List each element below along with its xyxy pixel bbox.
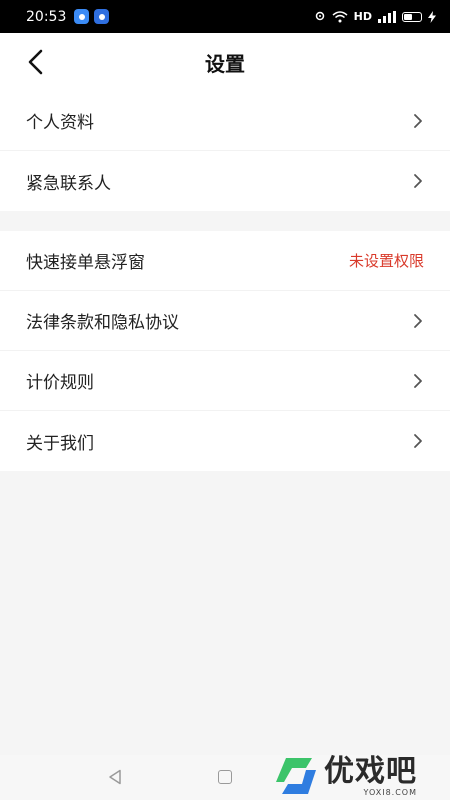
- watermark-domain: YOXI8.COM: [363, 787, 417, 797]
- app-notification-icon-2: [94, 9, 110, 24]
- chevron-right-icon: [414, 434, 422, 448]
- charging-icon: [428, 10, 436, 23]
- chevron-right-icon: [414, 174, 422, 188]
- chevron-left-icon: [28, 49, 43, 75]
- hd-indicator: HD: [353, 10, 372, 23]
- settings-item-emergency-contact[interactable]: 紧急联系人: [0, 151, 450, 211]
- settings-item-label: 紧急联系人: [26, 173, 111, 194]
- chevron-right-icon: [414, 373, 422, 388]
- settings-item-label: 法律条款和隐私协议: [26, 313, 179, 333]
- chevron-right-icon: [414, 113, 422, 128]
- status-indicators: HD: [314, 10, 436, 23]
- settings-item-profile[interactable]: 个人资料: [0, 91, 450, 151]
- page-title: 设置: [205, 51, 245, 76]
- settings-item-label: 快速接单悬浮窗: [26, 253, 145, 273]
- watermark-logo-icon: [276, 758, 316, 794]
- wifi-icon: [332, 10, 348, 22]
- settings-group-account: 个人资料 紧急联系人: [0, 91, 450, 211]
- app-notification-icon: [74, 9, 90, 24]
- permission-status: 未设置权限: [348, 252, 424, 270]
- settings-group-general: 快速接单悬浮窗 未设置权限 法律条款和隐私协议 计价规则 关于我们: [0, 231, 450, 471]
- back-button[interactable]: [18, 45, 52, 79]
- status-time: 20:53: [26, 8, 67, 25]
- settings-item-floating-window[interactable]: 快速接单悬浮窗 未设置权限: [0, 231, 450, 291]
- nav-back-icon[interactable]: [108, 769, 122, 785]
- page-header: 设置: [0, 33, 450, 91]
- settings-item-label: 个人资料: [26, 113, 94, 133]
- signal-icon: [378, 10, 396, 23]
- settings-item-pricing-rules[interactable]: 计价规则: [0, 351, 450, 411]
- battery-icon: [402, 11, 422, 22]
- settings-item-legal-privacy[interactable]: 法律条款和隐私协议: [0, 291, 450, 351]
- location-icon: [315, 11, 324, 20]
- settings-item-label: 关于我们: [26, 433, 94, 454]
- nav-home-icon[interactable]: [218, 770, 232, 784]
- settings-item-about-us[interactable]: 关于我们: [0, 411, 450, 471]
- chevron-right-icon: [414, 313, 422, 328]
- status-bar: 20:53 HD: [0, 0, 450, 33]
- watermark: 优戏吧 YOXI8.COM: [272, 752, 450, 800]
- watermark-brand: 优戏吧: [324, 753, 417, 789]
- settings-item-label: 计价规则: [26, 373, 94, 393]
